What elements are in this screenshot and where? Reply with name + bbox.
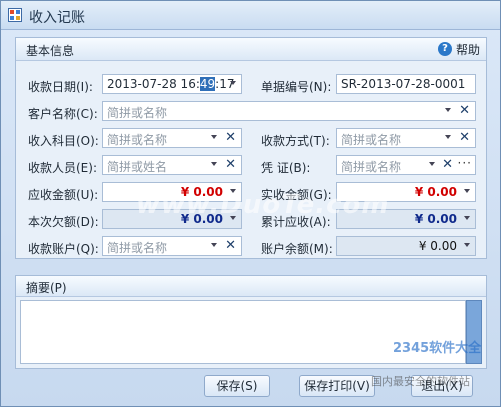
chevron-down-icon: [464, 243, 470, 247]
chevron-down-icon[interactable]: [211, 243, 217, 247]
app-icon: [8, 8, 22, 22]
basic-info-section: 基本信息 ? 帮助 收款日期(I): 2013-07-28 16:49:17 单…: [15, 37, 487, 259]
voucher-placeholder: 简拼或名称: [341, 160, 402, 174]
help-label: 帮助: [455, 42, 480, 57]
site-watermark: www.DuoTe.com: [136, 190, 390, 220]
clear-icon[interactable]: ✕: [225, 157, 236, 172]
subject-combo[interactable]: 简拼或名称 ✕: [102, 128, 242, 148]
date-value-selected: 49: [199, 77, 216, 91]
balance-amount: ¥ 0.00: [336, 236, 476, 256]
clear-icon[interactable]: ✕: [459, 103, 470, 118]
owed-label: 本次欠额(D):: [28, 215, 99, 229]
receivable-label: 应收金额(U):: [28, 188, 99, 202]
section-header: 基本信息 ? 帮助: [16, 38, 486, 61]
customer-label: 客户名称(C):: [28, 107, 98, 121]
balance-value: ¥ 0.00: [418, 239, 457, 253]
received-value: ¥ 0.00: [414, 185, 457, 199]
title-bar: 收入记账: [1, 1, 500, 30]
section-title: 基本信息: [26, 44, 75, 58]
brand-watermark-subtitle: 国内最安全的软件站: [371, 375, 470, 388]
account-label: 收款账户(Q):: [28, 242, 99, 256]
method-label: 收款方式(T):: [261, 134, 330, 148]
memo-header: 摘要(P): [16, 276, 486, 297]
customer-combo[interactable]: 简拼或名称 ✕: [102, 101, 476, 121]
chevron-down-icon[interactable]: [464, 189, 470, 193]
doc-no-value: SR-2013-07-28-0001: [341, 77, 466, 91]
balance-label: 账户余额(M):: [261, 242, 333, 256]
date-label: 收款日期(I):: [28, 80, 93, 94]
customer-placeholder: 简拼或名称: [107, 106, 168, 120]
doc-no-field[interactable]: SR-2013-07-28-0001: [336, 74, 476, 94]
person-label: 收款人员(E):: [28, 161, 97, 175]
person-combo[interactable]: 简拼或姓名 ✕: [102, 155, 242, 175]
window-title: 收入记账: [29, 10, 85, 26]
voucher-combo[interactable]: 简拼或名称 ✕ ···: [336, 155, 476, 175]
clear-icon[interactable]: ✕: [225, 130, 236, 145]
person-placeholder: 简拼或姓名: [107, 160, 168, 174]
brand-watermark-title: 2345软件大全: [393, 341, 482, 356]
cumulative-value: ¥ 0.00: [414, 212, 457, 226]
account-placeholder: 简拼或名称: [107, 241, 168, 255]
ellipsis-icon[interactable]: ···: [458, 156, 472, 170]
clear-icon[interactable]: ✕: [442, 157, 453, 172]
memo-label: 摘要(P): [26, 281, 67, 295]
doc-no-label: 单据编号(N):: [261, 80, 332, 94]
subject-placeholder: 简拼或名称: [107, 133, 168, 147]
subject-label: 收入科目(O):: [28, 134, 99, 148]
brand-watermark: 2345软件大全 国内最安全的软件站: [363, 337, 499, 388]
date-value-prefix: 2013-07-28 16:: [107, 77, 200, 91]
clear-icon[interactable]: ✕: [225, 238, 236, 253]
chevron-down-icon: [464, 216, 470, 220]
chevron-down-icon[interactable]: [211, 135, 217, 139]
method-placeholder: 简拼或名称: [341, 133, 402, 147]
help-button[interactable]: ? 帮助: [437, 41, 480, 57]
method-combo[interactable]: 简拼或名称 ✕: [336, 128, 476, 148]
chevron-down-icon[interactable]: [211, 162, 217, 166]
chevron-down-icon[interactable]: [445, 135, 451, 139]
chevron-down-icon[interactable]: [445, 108, 451, 112]
chevron-down-icon[interactable]: [230, 81, 236, 85]
clear-icon[interactable]: ✕: [459, 130, 470, 145]
save-button[interactable]: 保存(S): [204, 375, 270, 397]
help-icon: ?: [437, 42, 452, 56]
chevron-down-icon[interactable]: [429, 162, 435, 166]
account-combo[interactable]: 简拼或名称 ✕: [102, 236, 242, 256]
voucher-label: 凭 证(B):: [261, 161, 311, 175]
income-entry-window: 收入记账 基本信息 ? 帮助 收款日期(I): 2013-07-28 16:49…: [0, 0, 501, 407]
date-picker[interactable]: 2013-07-28 16:49:17: [102, 74, 242, 94]
